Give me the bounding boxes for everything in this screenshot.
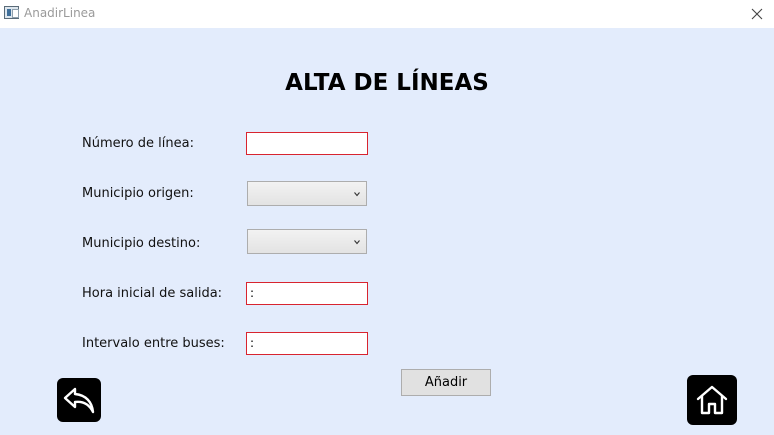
chevron-down-icon: [354, 240, 360, 245]
line-number-input[interactable]: [246, 132, 368, 155]
start-time-input[interactable]: :: [246, 282, 368, 305]
form-area: ALTA DE LÍNEAS Número de línea: Municipi…: [0, 28, 774, 435]
home-icon: [696, 385, 728, 415]
destination-municipality-select[interactable]: [247, 229, 367, 254]
page-title: ALTA DE LÍNEAS: [285, 70, 489, 96]
destination-municipality-label: Municipio destino:: [82, 236, 201, 251]
close-icon: [751, 8, 763, 20]
back-arrow-icon: [63, 387, 95, 414]
origin-municipality-select[interactable]: [247, 181, 367, 206]
home-button[interactable]: [687, 375, 737, 425]
start-time-label: Hora inicial de salida:: [82, 286, 223, 301]
title-bar: AnadirLinea: [0, 0, 774, 28]
back-button[interactable]: [57, 378, 101, 422]
window-title: AnadirLinea: [24, 6, 96, 20]
bus-interval-input[interactable]: :: [246, 332, 368, 355]
origin-municipality-label: Municipio origen:: [82, 186, 194, 201]
app-window-icon: [4, 6, 19, 19]
chevron-down-icon: [354, 192, 360, 197]
close-button[interactable]: [740, 0, 774, 28]
bus-interval-label: Intervalo entre buses:: [82, 336, 225, 351]
line-number-label: Número de línea:: [82, 136, 194, 151]
add-button[interactable]: Añadir: [401, 369, 491, 396]
